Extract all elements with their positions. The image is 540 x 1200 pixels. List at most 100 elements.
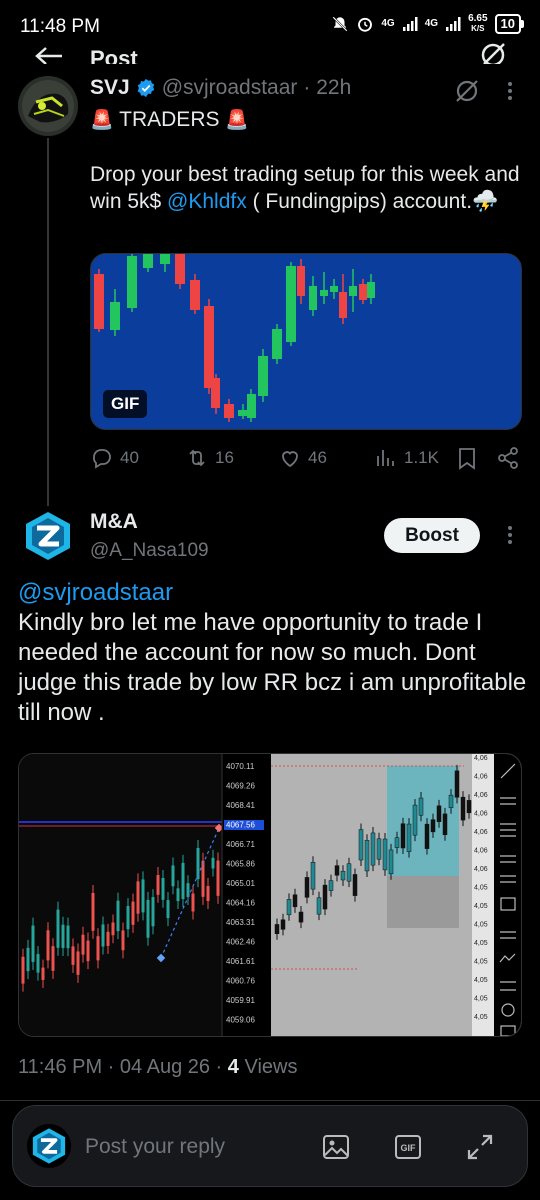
candle-body bbox=[106, 931, 110, 946]
reply-mention-link[interactable]: @svjroadstaar bbox=[18, 578, 528, 608]
tweet1-body: Drop your best trading setup for this we… bbox=[90, 161, 530, 215]
net-speed-value: 6.65 bbox=[468, 13, 488, 24]
like-count: 46 bbox=[308, 448, 327, 467]
image-icon[interactable] bbox=[321, 1132, 351, 1162]
candle-body bbox=[136, 881, 140, 914]
candle-body bbox=[111, 922, 115, 936]
candle-body bbox=[76, 951, 80, 975]
candle-body bbox=[66, 925, 70, 949]
candle-body bbox=[298, 911, 304, 923]
right-price-label: 4,06 bbox=[474, 829, 488, 836]
share-icon[interactable] bbox=[496, 446, 520, 470]
price-label: 4065.86 bbox=[226, 860, 255, 869]
mention-link[interactable]: @Khldfx bbox=[167, 190, 247, 213]
candle-body bbox=[286, 899, 292, 916]
tweet2-image-media[interactable]: 4070.11 4069.26 4068.41 4067.56 4066.71 4065.… bbox=[18, 753, 522, 1037]
tweet1-author[interactable]: SVJ @svjroadstaar · 22h bbox=[90, 76, 351, 100]
candle-body bbox=[161, 877, 165, 900]
reply-action[interactable]: 40 bbox=[90, 446, 139, 470]
net-speed: 6.65 K/S bbox=[468, 14, 487, 34]
price-label: 4060.76 bbox=[226, 977, 255, 986]
candle-body bbox=[171, 865, 175, 887]
verified-badge-icon bbox=[137, 78, 154, 98]
tweet1-gif-media[interactable]: GIF bbox=[90, 253, 522, 430]
candle-body bbox=[376, 838, 382, 860]
back-arrow-icon[interactable] bbox=[34, 46, 64, 64]
candle-body bbox=[400, 823, 406, 849]
repost-count: 16 bbox=[215, 448, 234, 467]
right-price-label: 4,05 bbox=[474, 940, 488, 947]
tweet1-text: 🚨 TRADERS 🚨 Drop your best trading setup… bbox=[90, 106, 530, 215]
avatar-ma[interactable] bbox=[18, 506, 78, 566]
candle-body bbox=[176, 888, 180, 902]
right-price-label: 4,05 bbox=[474, 1014, 488, 1021]
net-speed-unit: K/S bbox=[471, 24, 485, 33]
repost-action[interactable]: 16 bbox=[185, 446, 234, 470]
candle-body bbox=[131, 901, 135, 925]
siren-emoji: 🚨 bbox=[90, 110, 114, 131]
candle-body bbox=[292, 894, 298, 908]
candle-body bbox=[201, 860, 205, 897]
price-label: 4064.16 bbox=[226, 899, 255, 908]
candle-body bbox=[406, 823, 412, 852]
avatar-svj[interactable] bbox=[18, 76, 78, 136]
thread-line bbox=[47, 138, 49, 510]
candle-body bbox=[460, 796, 466, 821]
author-name-2[interactable]: M&A bbox=[90, 510, 138, 534]
boost-button[interactable]: Boost bbox=[384, 518, 480, 553]
right-price-label: 4,06 bbox=[474, 755, 488, 762]
gif-icon[interactable]: GIF bbox=[393, 1132, 423, 1162]
candle-body bbox=[96, 936, 100, 961]
trading-screenshot: 4070.11 4069.26 4068.41 4067.56 4066.71 4065.… bbox=[19, 754, 521, 1036]
candle-body bbox=[448, 794, 454, 809]
battery-icon: 10 bbox=[494, 14, 524, 34]
more-options-icon-2[interactable] bbox=[500, 524, 520, 546]
candle-body bbox=[206, 885, 210, 902]
grok-icon[interactable] bbox=[478, 40, 508, 64]
candle-body bbox=[382, 838, 388, 871]
candle-body bbox=[181, 862, 185, 900]
price-label: 4069.26 bbox=[226, 782, 255, 791]
candle-body bbox=[141, 879, 145, 913]
dnd-icon bbox=[332, 16, 348, 32]
candle-body bbox=[121, 930, 125, 951]
candle-body bbox=[364, 840, 370, 872]
right-price-label: 4,06 bbox=[474, 811, 488, 818]
more-options-icon[interactable] bbox=[500, 80, 520, 102]
price-label: 4067.56 bbox=[226, 821, 255, 830]
status-time: 11:48 PM bbox=[20, 16, 100, 37]
right-price-label: 4,05 bbox=[474, 885, 488, 892]
price-label: 4062.46 bbox=[226, 938, 255, 947]
grok-explain-icon[interactable] bbox=[454, 78, 480, 104]
author-name[interactable]: SVJ bbox=[90, 76, 130, 100]
meta-views-label[interactable]: Views bbox=[244, 1056, 297, 1078]
candle-body bbox=[394, 837, 400, 848]
network-4g-1: 4G bbox=[381, 18, 395, 29]
candle-body bbox=[21, 956, 25, 984]
author-handle-2[interactable]: @A_Nasa109 bbox=[90, 540, 209, 562]
candle-body bbox=[156, 875, 160, 895]
right-price-label: 4,06 bbox=[474, 792, 488, 799]
price-label: 4059.91 bbox=[226, 996, 255, 1005]
reply-input[interactable] bbox=[85, 1132, 305, 1162]
right-price-label: 4,05 bbox=[474, 959, 488, 966]
candle-body bbox=[442, 813, 448, 836]
candle-body bbox=[51, 946, 55, 971]
author-handle[interactable]: @svjroadstaar bbox=[162, 76, 298, 100]
candle-body bbox=[454, 770, 460, 798]
like-action[interactable]: 46 bbox=[278, 446, 327, 470]
expand-icon[interactable] bbox=[465, 1132, 495, 1162]
candle-body bbox=[191, 893, 195, 912]
candle-body bbox=[216, 860, 220, 896]
candle-body bbox=[211, 857, 215, 869]
candle-body bbox=[71, 946, 75, 965]
price-label: 4065.01 bbox=[226, 879, 255, 888]
reply-composer: GIF bbox=[12, 1105, 528, 1187]
candle-body bbox=[36, 954, 40, 973]
price-label: 4070.11 bbox=[226, 762, 255, 771]
candle-body bbox=[146, 899, 150, 938]
candle-body bbox=[358, 829, 364, 861]
right-price-label: 4,06 bbox=[474, 866, 488, 873]
bookmark-icon[interactable] bbox=[456, 446, 478, 470]
views-action[interactable]: 1.1K bbox=[374, 446, 439, 470]
